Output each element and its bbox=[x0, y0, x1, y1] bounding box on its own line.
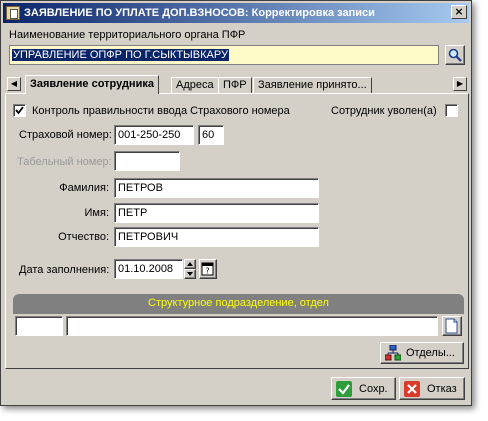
department-header: Структурное подразделение, отдел bbox=[13, 294, 464, 314]
magnifier-icon bbox=[448, 48, 462, 62]
arrow-down-icon bbox=[187, 272, 193, 276]
surname-field[interactable]: ПЕТРОВ bbox=[114, 178, 319, 198]
checkmark-icon bbox=[15, 106, 24, 115]
patronymic-field[interactable]: ПЕТРОВИЧ bbox=[114, 227, 319, 247]
department-name-field[interactable] bbox=[66, 316, 438, 336]
org-chart-icon bbox=[385, 345, 401, 361]
surname-label: Фамилия: bbox=[59, 182, 109, 194]
org-value: УПРАВЛЕНИЕ ОПФР ПО Г.СЫКТЫВКАРУ bbox=[12, 49, 229, 61]
patronymic-label: Отчество: bbox=[58, 231, 109, 243]
arrow-up-icon bbox=[187, 262, 193, 266]
department-code-field[interactable] bbox=[15, 316, 63, 336]
date-spinner[interactable] bbox=[184, 259, 196, 279]
org-field[interactable]: УПРАВЛЕНИЕ ОПФР ПО Г.СЫКТЫВКАРУ bbox=[9, 45, 439, 65]
tab-strip: ◀ Заявление сотрудника Адреса ПФР Заявле… bbox=[5, 75, 469, 94]
tab-application-accepted[interactable]: Заявление принято... bbox=[253, 77, 372, 93]
tab-scroll-left[interactable]: ◀ bbox=[7, 77, 21, 91]
insurance-label: Страховой номер: bbox=[19, 129, 112, 141]
tab-pfr[interactable]: ПФР bbox=[218, 77, 252, 93]
department-doc-button[interactable] bbox=[442, 316, 462, 336]
blank-page-icon bbox=[445, 318, 458, 334]
name-field[interactable]: ПЕТР bbox=[114, 203, 319, 223]
date-spin-down[interactable] bbox=[184, 269, 196, 279]
cancel-button-label: Отказ bbox=[427, 383, 457, 395]
cancel-button[interactable]: Отказ bbox=[399, 377, 465, 400]
cross-icon bbox=[404, 381, 420, 397]
svg-text:?: ? bbox=[205, 267, 209, 276]
title-bar[interactable]: ЗАЯВЛЕНИЕ ПО УПЛАТЕ ДОП.ВЗНОСОВ: Коррект… bbox=[3, 3, 469, 23]
save-button[interactable]: Сохр. bbox=[331, 377, 396, 400]
name-label: Имя: bbox=[84, 207, 109, 219]
date-label: Дата заполнения: bbox=[19, 264, 110, 276]
date-field[interactable]: 01.10.2008 bbox=[114, 259, 183, 279]
dialog-window: ЗАЯВЛЕНИЕ ПО УПЛАТЕ ДОП.ВЗНОСОВ: Коррект… bbox=[0, 0, 472, 406]
save-button-label: Сохр. bbox=[359, 383, 388, 395]
org-label: Наименование территориального органа ПФР bbox=[9, 29, 246, 41]
calendar-icon: ? bbox=[201, 262, 214, 276]
insurance-number-field[interactable]: 001-250-250 bbox=[114, 125, 194, 145]
tab-employee-application[interactable]: Заявление сотрудника bbox=[25, 75, 159, 94]
date-picker-button[interactable]: ? bbox=[199, 259, 217, 279]
document-icon bbox=[6, 6, 20, 20]
control-check-label: Контроль правильности ввода Страхового н… bbox=[32, 105, 290, 117]
departments-button-label: Отделы... bbox=[406, 347, 455, 359]
tabel-number-field[interactable] bbox=[114, 151, 180, 171]
checkmark-icon bbox=[336, 381, 352, 397]
dismissed-checkbox[interactable] bbox=[445, 104, 458, 117]
control-check-checkbox[interactable] bbox=[13, 104, 26, 117]
insurance-suffix-field[interactable]: 60 bbox=[198, 125, 224, 145]
dismissed-label: Сотрудник уволен(а) bbox=[331, 105, 437, 117]
date-spin-up[interactable] bbox=[184, 259, 196, 269]
tabel-label: Табельный номер: bbox=[17, 156, 112, 168]
org-search-button[interactable] bbox=[445, 45, 465, 65]
tab-addresses[interactable]: Адреса bbox=[171, 77, 219, 93]
close-button[interactable]: × bbox=[451, 5, 467, 19]
window-title: ЗАЯВЛЕНИЕ ПО УПЛАТЕ ДОП.ВЗНОСОВ: Коррект… bbox=[24, 7, 375, 19]
departments-button[interactable]: Отделы... bbox=[380, 342, 464, 364]
tab-scroll-right[interactable]: ▶ bbox=[453, 77, 467, 91]
